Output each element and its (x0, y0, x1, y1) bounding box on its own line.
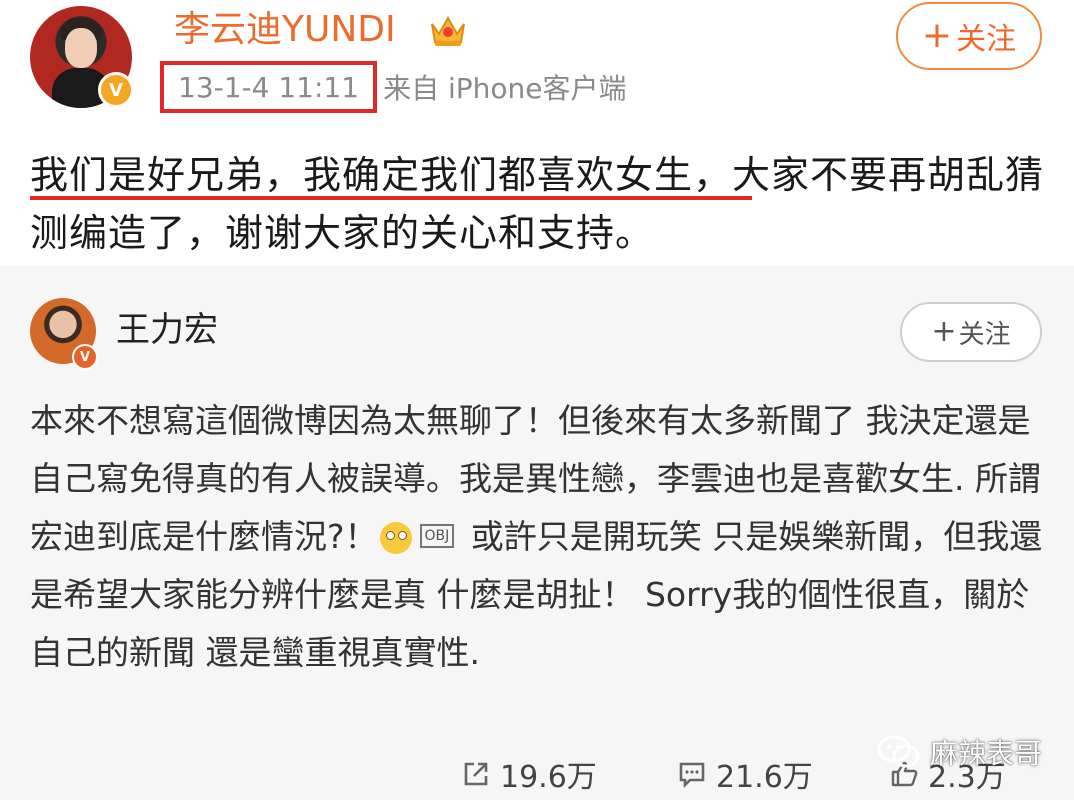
verified-badge-icon: V (72, 344, 98, 370)
quoted-post[interactable]: V 王力宏 + 关注 本來不想寫這個微博因為太無聊了！但後來有太多新聞了 我決定… (0, 266, 1074, 800)
post-content: 我们是好兄弟，我确定我们都喜欢女生，大家不要再胡乱猜测编造了，谢谢大家的关心和支… (30, 153, 1045, 255)
author-name[interactable]: 李云迪YUNDI (174, 8, 396, 52)
highlight-underline (30, 196, 752, 200)
quoted-author-name[interactable]: 王力宏 (116, 310, 218, 350)
plus-icon: + (931, 314, 957, 349)
watermark: 麻辣表哥 (876, 732, 1042, 772)
follow-label: 关注 (958, 319, 1011, 350)
post-meta: 13-1-4 11:11 来自 iPhone客户端 (160, 58, 626, 116)
share-icon (464, 762, 488, 786)
object-placeholder: OBJ (419, 524, 455, 548)
post-timestamp: 13-1-4 11:11 (178, 70, 360, 104)
crown-icon (431, 15, 465, 46)
wechat-logo-icon (877, 735, 920, 768)
thinking-emoji-icon (379, 522, 412, 554)
share-button[interactable]: 19.6万 (460, 752, 597, 796)
avatar-face (65, 28, 97, 68)
comment-icon (679, 762, 705, 789)
follow-button[interactable]: + 关注 (896, 2, 1042, 70)
quoted-follow-button[interactable]: + 关注 (900, 302, 1042, 362)
comment-count: 21.6万 (716, 760, 813, 795)
comment-button[interactable]: 21.6万 (676, 752, 813, 796)
share-count: 19.6万 (500, 760, 597, 795)
quoted-content: 本來不想寫這個微博因為太無聊了！但後來有太多新聞了 我決定還是自己寫免得真的有人… (30, 392, 1048, 682)
plus-icon: + (921, 15, 953, 56)
verified-badge-icon: V (98, 72, 134, 108)
timestamp-highlight: 13-1-4 11:11 (160, 61, 378, 113)
post-source: 来自 iPhone客户端 (383, 72, 627, 105)
original-post: V 李云迪YUNDI 13-1-4 11:11 来自 iPhone客户端 + 关… (0, 0, 1074, 266)
follow-label: 关注 (956, 22, 1017, 57)
watermark-text: 麻辣表哥 (930, 737, 1043, 770)
